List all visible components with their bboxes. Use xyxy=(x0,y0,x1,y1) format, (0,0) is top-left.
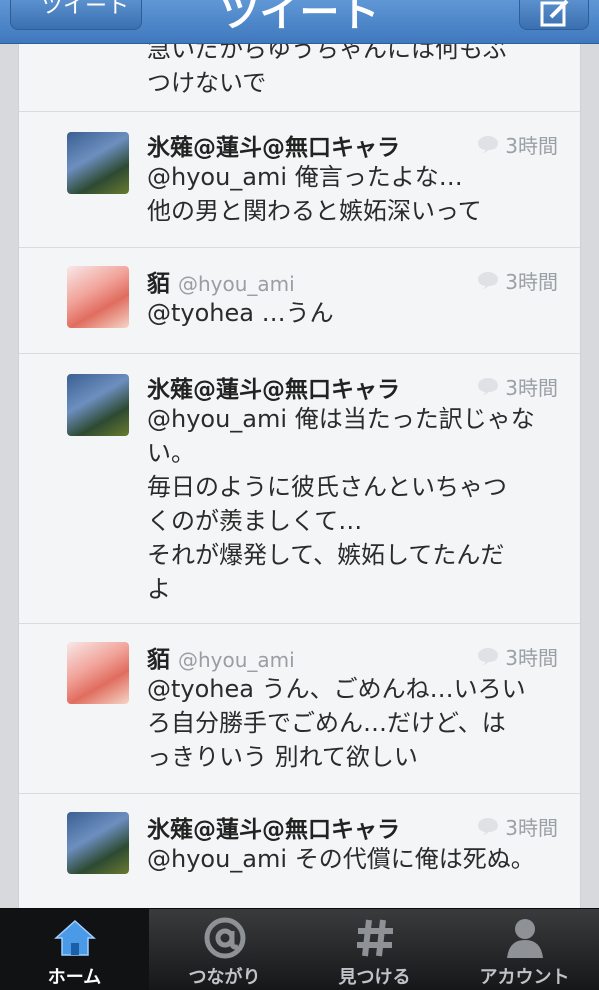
home-icon xyxy=(53,919,96,956)
speech-bubble-icon xyxy=(478,135,499,154)
author-name: 氷薙@蓮斗@無口キャラ xyxy=(147,377,400,403)
tweet-text: @hyou_ami 俺言ったよな… 他の男と関わると嫉妬深いって xyxy=(147,163,482,225)
tweet-text: @tyohea …うん xyxy=(147,299,334,327)
compose-button[interactable] xyxy=(519,0,589,30)
at-icon xyxy=(204,917,245,959)
author-name: 貊 xyxy=(147,271,170,297)
speech-bubble-icon xyxy=(478,817,499,836)
tweet-time: 3時間 xyxy=(477,812,558,841)
tweet-item[interactable]: 急いだからゆうちゃんには何もぶ つけないで xyxy=(19,44,580,112)
time-label: 3時間 xyxy=(505,134,558,158)
tab-discover[interactable]: 見つける xyxy=(300,909,449,990)
tweet-text: @tyohea うん、ごめんね…いろい ろ自分勝手でごめん…だけど、は っきりい… xyxy=(147,675,526,771)
tab-bar: ホーム つながり 見つける アカウント xyxy=(0,908,599,990)
tab-label: ホーム xyxy=(47,967,102,988)
avatar[interactable] xyxy=(67,266,129,328)
avatar[interactable] xyxy=(67,374,129,436)
tweet-author-name: 氷薙@蓮斗@無口キャラ xyxy=(147,810,400,844)
time-label: 3時間 xyxy=(505,646,558,670)
tweet-author-name: 氷薙@蓮斗@無口キャラ xyxy=(147,128,400,162)
hash-icon xyxy=(356,919,393,957)
tweet-item[interactable]: 氷薙@蓮斗@無口キャラ 3時間 @hyou_ami 俺言ったよな… 他の男と関わ… xyxy=(19,112,580,248)
author-name: 氷薙@蓮斗@無口キャラ xyxy=(147,817,400,843)
tweet-text: 急いだからゆうちゃんには何もぶ つけないで xyxy=(147,44,507,97)
time-label: 3時間 xyxy=(505,376,558,400)
tab-label: つながり xyxy=(188,967,261,988)
tab-label: アカウント xyxy=(479,967,570,988)
time-label: 3時間 xyxy=(505,270,558,294)
tab-connect[interactable]: つながり xyxy=(150,909,299,990)
navigation-bar: ツイート ツイート xyxy=(0,0,599,44)
author-name: 貊 xyxy=(147,647,170,673)
avatar[interactable] xyxy=(67,132,129,194)
tweet-item[interactable]: 貊 @hyou_ami 3時間 @tyohea …うん xyxy=(19,248,580,354)
tweet-author-name: 貊 @hyou_ami xyxy=(147,640,295,674)
compose-icon xyxy=(540,0,569,27)
page-title: ツイート xyxy=(219,0,380,36)
tweet-author-name: 氷薙@蓮斗@無口キャラ xyxy=(147,370,400,404)
tab-home[interactable]: ホーム xyxy=(0,909,149,990)
speech-bubble-icon xyxy=(478,271,499,290)
tab-label: 見つける xyxy=(338,967,411,988)
author-name: 氷薙@蓮斗@無口キャラ xyxy=(147,135,400,161)
time-label: 3時間 xyxy=(505,816,558,840)
tweet-time: 3時間 xyxy=(477,372,558,401)
tweet-item[interactable]: 氷薙@蓮斗@無口キャラ 3時間 @hyou_ami 俺は当たった訳じゃな い。 … xyxy=(19,354,580,624)
timeline[interactable]: 急いだからゆうちゃんには何もぶ つけないで 氷薙@蓮斗@無口キャラ 3時間 @h… xyxy=(18,44,581,908)
speech-bubble-icon xyxy=(478,377,499,396)
tweet-text: @hyou_ami その代償に俺は死ぬ。 xyxy=(147,845,535,873)
tweet-item[interactable]: 貊 @hyou_ami 3時間 @tyohea うん、ごめんね…いろい ろ自分勝手… xyxy=(19,624,580,794)
tweet-item[interactable]: 氷薙@蓮斗@無口キャラ 3時間 @hyou_ami その代償に俺は死ぬ。 xyxy=(19,794,580,908)
author-handle: @hyou_ami xyxy=(178,648,295,672)
tweet-author-name: 貊 @hyou_ami xyxy=(147,264,295,298)
speech-bubble-icon xyxy=(478,647,499,666)
tweet-time: 3時間 xyxy=(477,642,558,671)
avatar[interactable] xyxy=(67,812,129,874)
tweet-time: 3時間 xyxy=(477,266,558,295)
author-handle: @hyou_ami xyxy=(178,272,295,296)
avatar[interactable] xyxy=(67,642,129,704)
tweet-text: @hyou_ami 俺は当たった訳じゃな い。 毎日のように彼氏さんといちゃつ … xyxy=(147,405,535,603)
person-icon xyxy=(506,919,543,958)
tweet-time: 3時間 xyxy=(477,130,558,159)
tab-account[interactable]: アカウント xyxy=(450,909,599,990)
